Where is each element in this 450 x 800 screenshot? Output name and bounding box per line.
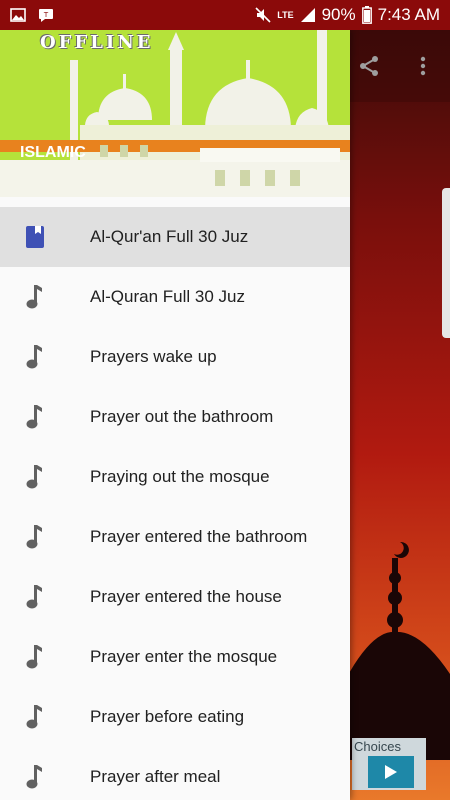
menu-item-label: Prayer after meal xyxy=(90,767,221,786)
svg-text:T: T xyxy=(43,11,49,19)
menu-item-quran-30-juz-book[interactable]: Al-Qur'an Full 30 Juz xyxy=(0,207,350,267)
drawer-header-title: ISLAMIC xyxy=(20,144,86,161)
scrollbar-handle[interactable] xyxy=(442,188,450,338)
music-note-icon xyxy=(26,765,42,789)
ad-banner[interactable]: Choices xyxy=(352,738,426,790)
menu-item-prayer-entered-bathroom[interactable]: Prayer entered the bathroom xyxy=(0,507,350,567)
menu-item-label: Praying out the mosque xyxy=(90,467,270,486)
menu-item-label: Prayer entered the bathroom xyxy=(90,527,308,546)
menu-item-prayer-before-eating[interactable]: Prayer before eating xyxy=(0,687,350,747)
drawer-header: OFFLINE ISLAMIC xyxy=(0,30,350,197)
book-icon xyxy=(26,226,44,248)
menu-item-label: Prayer enter the mosque xyxy=(90,647,278,666)
status-bar: T LTE 90% 7:43 AM xyxy=(0,0,450,30)
talk-icon: T xyxy=(39,9,53,22)
menu-item-praying-out-mosque[interactable]: Praying out the mosque xyxy=(0,447,350,507)
battery-percent: 90% xyxy=(321,5,356,24)
mute-icon xyxy=(255,7,271,23)
menu-item-label: Prayers wake up xyxy=(90,347,217,366)
menu-item-prayers-wake-up[interactable]: Prayers wake up xyxy=(0,327,350,387)
navigation-drawer: OFFLINE ISLAMIC Al-Qur'an Full 30 Juz Al… xyxy=(0,30,350,800)
menu-item-prayer-entered-house[interactable]: Prayer entered the house xyxy=(0,567,350,627)
battery-icon xyxy=(361,6,372,24)
mosque-silhouette xyxy=(350,541,450,760)
play-icon xyxy=(385,765,397,779)
drawer-menu: Al-Qur'an Full 30 Juz Al-Quran Full 30 J… xyxy=(0,207,350,800)
menu-item-prayer-after-meal[interactable]: Prayer after meal xyxy=(0,747,350,800)
menu-item-label: Al-Quran Full 30 Juz xyxy=(90,287,245,306)
menu-item-prayer-enter-mosque[interactable]: Prayer enter the mosque xyxy=(0,627,350,687)
music-note-icon xyxy=(26,645,42,669)
signal-icon xyxy=(300,8,315,22)
menu-item-label: Al-Qur'an Full 30 Juz xyxy=(90,227,249,246)
menu-item-prayer-out-bathroom[interactable]: Prayer out the bathroom xyxy=(0,387,350,447)
menu-item-label: Prayer entered the house xyxy=(90,587,282,606)
music-note-icon xyxy=(26,585,42,609)
menu-item-label: Prayer out the bathroom xyxy=(90,407,274,426)
ad-label: Choices xyxy=(354,739,401,754)
music-note-icon xyxy=(26,705,42,729)
app-toolbar xyxy=(350,30,450,102)
header-top-text: OFFLINE xyxy=(40,32,154,53)
music-note-icon xyxy=(26,285,42,309)
more-vert-icon[interactable] xyxy=(411,54,435,78)
music-note-icon xyxy=(26,465,42,489)
clock: 7:43 AM xyxy=(377,5,440,24)
music-note-icon xyxy=(26,525,42,549)
menu-item-quran-30-juz-audio[interactable]: Al-Quran Full 30 Juz xyxy=(0,267,350,327)
share-icon[interactable] xyxy=(357,54,381,78)
music-note-icon xyxy=(26,405,42,429)
ad-play-button[interactable] xyxy=(368,756,414,788)
mosque-header-image xyxy=(0,30,350,197)
music-note-icon xyxy=(26,345,42,369)
image-icon xyxy=(10,8,26,22)
menu-item-label: Prayer before eating xyxy=(90,707,245,726)
network-type: LTE xyxy=(277,9,294,20)
background-app: Choices xyxy=(350,30,450,800)
